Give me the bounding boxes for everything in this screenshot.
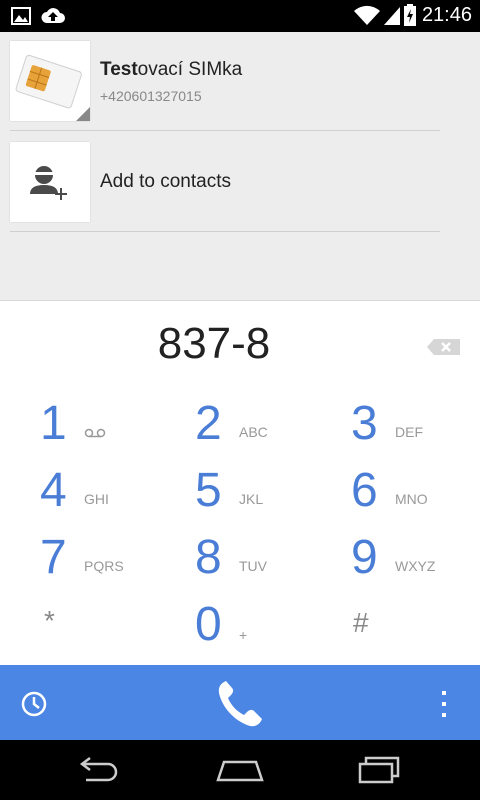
add-to-contacts-label: Add to contacts bbox=[100, 171, 231, 192]
dial-action-bar bbox=[0, 665, 480, 740]
voicemail-icon bbox=[84, 428, 106, 438]
call-button[interactable] bbox=[212, 677, 268, 731]
navigation-bar bbox=[0, 740, 480, 800]
backspace-icon[interactable] bbox=[426, 337, 462, 357]
search-results: Testovací SIMka +420601327015 Add to con… bbox=[0, 32, 480, 300]
key-7[interactable]: 7 PQRS bbox=[40, 530, 190, 590]
add-to-contacts-row[interactable]: Add to contacts bbox=[10, 142, 440, 232]
signal-icon bbox=[384, 7, 400, 25]
key-0[interactable]: 0 + bbox=[195, 597, 345, 657]
call-history-icon[interactable] bbox=[20, 690, 48, 718]
contact-result-row[interactable]: Testovací SIMka +420601327015 bbox=[10, 41, 440, 131]
key-9[interactable]: 9 WXYZ bbox=[351, 530, 480, 590]
divider bbox=[10, 130, 440, 131]
image-icon bbox=[11, 7, 31, 25]
key-2[interactable]: 2 ABC bbox=[195, 396, 345, 456]
key-hash[interactable]: # bbox=[353, 603, 480, 663]
contact-name: Testovací SIMka bbox=[100, 59, 243, 80]
key-3[interactable]: 3 DEF bbox=[351, 396, 480, 456]
home-icon[interactable] bbox=[214, 756, 266, 784]
more-options-icon[interactable] bbox=[438, 689, 450, 719]
contact-number: +420601327015 bbox=[100, 88, 202, 104]
key-8[interactable]: 8 TUV bbox=[195, 530, 345, 590]
wifi-icon bbox=[354, 5, 380, 25]
recent-apps-icon[interactable] bbox=[356, 754, 404, 784]
key-star[interactable]: * bbox=[44, 601, 194, 661]
cloud-upload-icon bbox=[41, 8, 65, 23]
digits-display[interactable]: 837-8 bbox=[0, 319, 428, 369]
status-bar: 21:46 bbox=[0, 0, 480, 32]
key-6[interactable]: 6 MNO bbox=[351, 463, 480, 523]
dialpad: 837-8 1 2 ABC 3 DEF 4 GHI 5 JKL 6 MNO 7 … bbox=[0, 300, 480, 666]
divider bbox=[10, 231, 440, 232]
sim-card-icon bbox=[10, 41, 90, 121]
battery-icon bbox=[404, 4, 416, 26]
clock: 21:46 bbox=[421, 4, 472, 26]
key-4[interactable]: 4 GHI bbox=[40, 463, 190, 523]
back-icon[interactable] bbox=[76, 756, 124, 784]
add-contact-icon bbox=[10, 142, 90, 222]
key-1[interactable]: 1 bbox=[40, 396, 190, 456]
key-5[interactable]: 5 JKL bbox=[195, 463, 345, 523]
